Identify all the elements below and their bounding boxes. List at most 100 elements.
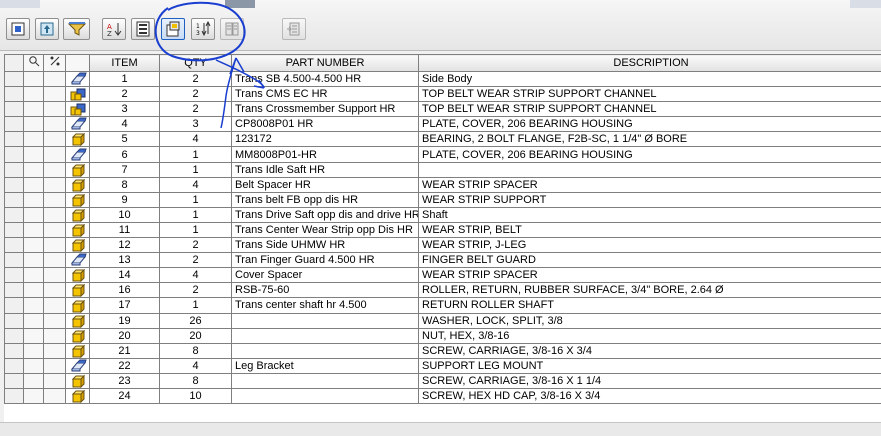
item-cell[interactable]: 4 <box>90 117 160 132</box>
item-cell[interactable]: 3 <box>90 102 160 117</box>
row-selector-cell[interactable] <box>5 328 24 343</box>
description-cell[interactable]: FINGER BELT GUARD <box>419 253 881 268</box>
icon-column-header[interactable] <box>66 55 90 72</box>
row-selector-cell[interactable] <box>5 177 24 192</box>
table-row[interactable]: 238SCREW, CARRIAGE, 3/8-16 X 1 1/4 <box>5 373 881 388</box>
part-number-cell[interactable]: Trans SB 4.500-4.500 HR <box>232 72 419 87</box>
table-row[interactable]: 144Cover SpacerWEAR STRIP SPACER <box>5 268 881 283</box>
compare-button[interactable] <box>220 18 244 40</box>
table-row[interactable]: 61MM8008P01-HRPLATE, COVER, 206 BEARING … <box>5 147 881 162</box>
qty-cell[interactable]: 2 <box>160 87 232 102</box>
table-row[interactable]: 122Trans Side UHMW HRWEAR STRIP, J-LEG <box>5 238 881 253</box>
part-number-column-header[interactable]: PART NUMBER <box>232 55 419 72</box>
item-cell[interactable]: 23 <box>90 373 160 388</box>
percent-column-header[interactable] <box>44 55 66 72</box>
export-button[interactable] <box>35 18 59 40</box>
qty-cell[interactable]: 8 <box>160 343 232 358</box>
renumber-items-button[interactable]: 13 <box>191 18 215 40</box>
qty-cell[interactable]: 4 <box>160 358 232 373</box>
row-selector-cell[interactable] <box>5 253 24 268</box>
item-cell[interactable]: 9 <box>90 192 160 207</box>
table-row[interactable]: 2410SCREW, HEX HD CAP, 3/8-16 X 3/4 <box>5 388 881 403</box>
qty-cell[interactable]: 4 <box>160 132 232 147</box>
part-number-cell[interactable]: Cover Spacer <box>232 268 419 283</box>
qty-cell[interactable]: 2 <box>160 102 232 117</box>
qty-cell[interactable]: 2 <box>160 253 232 268</box>
item-cell[interactable]: 14 <box>90 268 160 283</box>
part-number-cell[interactable]: 123172 <box>232 132 419 147</box>
item-column-header[interactable]: ITEM <box>90 55 160 72</box>
row-selector-cell[interactable] <box>5 117 24 132</box>
qty-cell[interactable]: 20 <box>160 328 232 343</box>
qty-cell[interactable]: 1 <box>160 222 232 237</box>
item-cell[interactable]: 7 <box>90 162 160 177</box>
qty-column-header[interactable]: QTY <box>160 55 232 72</box>
qty-cell[interactable]: 1 <box>160 298 232 313</box>
item-cell[interactable]: 10 <box>90 207 160 222</box>
description-cell[interactable]: TOP BELT WEAR STRIP SUPPORT CHANNEL <box>419 87 881 102</box>
description-cell[interactable]: Shaft <box>419 207 881 222</box>
description-cell[interactable]: WEAR STRIP SPACER <box>419 177 881 192</box>
row-selector-cell[interactable] <box>5 222 24 237</box>
item-cell[interactable]: 13 <box>90 253 160 268</box>
table-row[interactable]: 12Trans SB 4.500-4.500 HRSide Body <box>5 72 881 87</box>
table-row[interactable]: 111Trans Center Wear Strip opp Dis HRWEA… <box>5 222 881 237</box>
part-number-cell[interactable]: Trans Crossmember Support HR <box>232 102 419 117</box>
row-selector-cell[interactable] <box>5 192 24 207</box>
description-cell[interactable]: BEARING, 2 BOLT FLANGE, F2B-SC, 1 1/4" Ø… <box>419 132 881 147</box>
description-cell[interactable]: WASHER, LOCK, SPLIT, 3/8 <box>419 313 881 328</box>
item-cell[interactable]: 20 <box>90 328 160 343</box>
part-number-cell[interactable]: Trans Idle Saft HR <box>232 162 419 177</box>
description-cell[interactable]: Side Body <box>419 72 881 87</box>
qty-cell[interactable]: 3 <box>160 117 232 132</box>
description-cell[interactable]: SCREW, HEX HD CAP, 3/8-16 X 3/4 <box>419 388 881 403</box>
qty-cell[interactable]: 4 <box>160 268 232 283</box>
part-number-cell[interactable]: Tran Finger Guard 4.500 HR <box>232 253 419 268</box>
description-cell[interactable]: WEAR STRIP, J-LEG <box>419 238 881 253</box>
table-row[interactable]: 54123172BEARING, 2 BOLT FLANGE, F2B-SC, … <box>5 132 881 147</box>
table-row[interactable]: 32Trans Crossmember Support HRTOP BELT W… <box>5 102 881 117</box>
item-cell[interactable]: 17 <box>90 298 160 313</box>
part-number-cell[interactable]: Trans belt FB opp dis HR <box>232 192 419 207</box>
qty-cell[interactable]: 1 <box>160 192 232 207</box>
row-selector-cell[interactable] <box>5 283 24 298</box>
item-cell[interactable]: 21 <box>90 343 160 358</box>
find-column-header[interactable] <box>24 55 44 72</box>
table-row[interactable]: 224Leg BracketSUPPORT LEG MOUNT <box>5 358 881 373</box>
table-row[interactable]: 101Trans Drive Saft opp dis and drive HR… <box>5 207 881 222</box>
description-cell[interactable]: WEAR STRIP SPACER <box>419 268 881 283</box>
row-selector-cell[interactable] <box>5 132 24 147</box>
table-row[interactable]: 84Belt Spacer HRWEAR STRIP SPACER <box>5 177 881 192</box>
table-row[interactable]: 162RSB-75-60ROLLER, RETURN, RUBBER SURFA… <box>5 283 881 298</box>
qty-cell[interactable]: 2 <box>160 283 232 298</box>
part-number-cell[interactable]: MM8008P01-HR <box>232 147 419 162</box>
item-cell[interactable]: 16 <box>90 283 160 298</box>
item-cell[interactable]: 22 <box>90 358 160 373</box>
part-number-cell[interactable]: CP8008P01 HR <box>232 117 419 132</box>
part-number-cell[interactable] <box>232 313 419 328</box>
part-number-cell[interactable] <box>232 388 419 403</box>
row-selector-cell[interactable] <box>5 147 24 162</box>
view-options-button[interactable] <box>6 18 30 40</box>
table-row[interactable]: 43CP8008P01 HRPLATE, COVER, 206 BEARING … <box>5 117 881 132</box>
row-selector-cell[interactable] <box>5 313 24 328</box>
description-cell[interactable]: SCREW, CARRIAGE, 3/8-16 X 3/4 <box>419 343 881 358</box>
row-selector-cell[interactable] <box>5 207 24 222</box>
item-cell[interactable]: 11 <box>90 222 160 237</box>
table-row[interactable]: 1926WASHER, LOCK, SPLIT, 3/8 <box>5 313 881 328</box>
row-selector-cell[interactable] <box>5 87 24 102</box>
row-selector-cell[interactable] <box>5 268 24 283</box>
table-row[interactable]: 132Tran Finger Guard 4.500 HRFINGER BELT… <box>5 253 881 268</box>
expand-button[interactable] <box>282 18 306 40</box>
row-selector-cell[interactable] <box>5 373 24 388</box>
row-selector-cell[interactable] <box>5 72 24 87</box>
part-number-cell[interactable]: Belt Spacer HR <box>232 177 419 192</box>
description-cell[interactable]: TOP BELT WEAR STRIP SUPPORT CHANNEL <box>419 102 881 117</box>
description-cell[interactable]: WEAR STRIP, BELT <box>419 222 881 237</box>
description-cell[interactable]: SCREW, CARRIAGE, 3/8-16 X 1 1/4 <box>419 373 881 388</box>
item-cell[interactable]: 5 <box>90 132 160 147</box>
part-number-cell[interactable]: Trans Center Wear Strip opp Dis HR <box>232 222 419 237</box>
description-cell[interactable]: PLATE, COVER, 206 BEARING HOUSING <box>419 147 881 162</box>
description-cell[interactable]: NUT, HEX, 3/8-16 <box>419 328 881 343</box>
qty-cell[interactable]: 4 <box>160 177 232 192</box>
